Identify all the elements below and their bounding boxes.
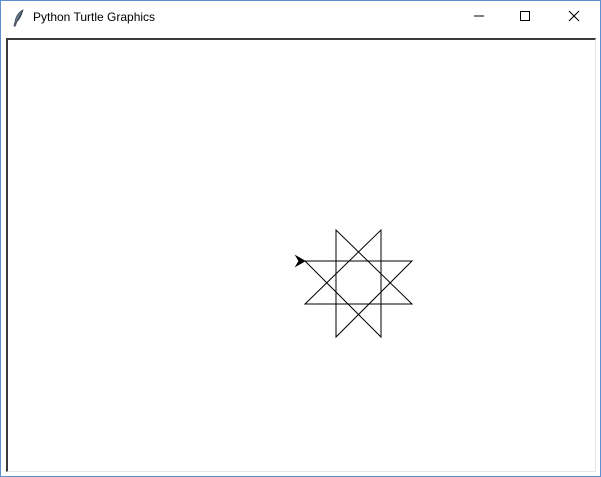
close-icon xyxy=(568,9,580,27)
star-outline xyxy=(303,228,414,339)
maximize-icon xyxy=(519,9,531,27)
minimize-icon xyxy=(473,9,485,27)
feather-icon xyxy=(11,9,27,27)
star-drawing xyxy=(303,228,414,339)
turtle-window: Python Turtle Graphics xyxy=(0,0,601,477)
turtle-canvas[interactable] xyxy=(8,40,595,471)
turtle-arrow-icon xyxy=(294,254,307,268)
window-title: Python Turtle Graphics xyxy=(33,10,156,24)
close-button[interactable] xyxy=(551,1,597,34)
minimize-button[interactable] xyxy=(456,1,502,34)
turtle-canvas-frame[interactable] xyxy=(6,38,596,472)
maximize-button[interactable] xyxy=(502,1,548,34)
title-bar[interactable]: Python Turtle Graphics xyxy=(1,1,600,34)
